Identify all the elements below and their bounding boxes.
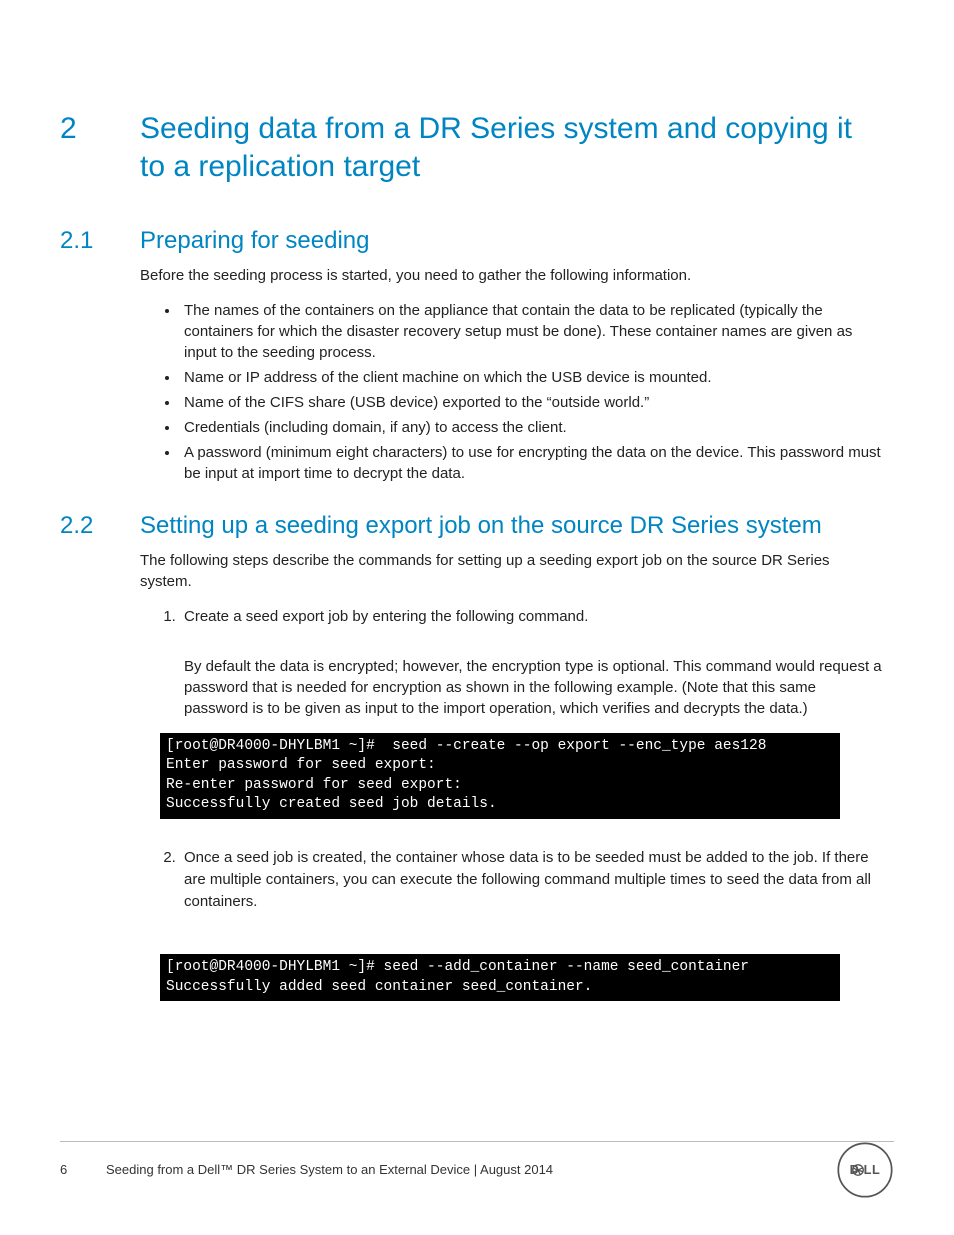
terminal-output: [root@DR4000-DHYLBM1 ~]# seed --add_cont…	[160, 954, 840, 1001]
page-footer: 6 Seeding from a Dell™ DR Series System …	[60, 1141, 894, 1177]
step-item: Create a seed export job by entering the…	[180, 606, 884, 819]
subsection-number: 2.1	[60, 227, 140, 255]
step-note: By default the data is encrypted; howeve…	[184, 656, 884, 719]
subsection-heading: 2.2 Setting up a seeding export job on t…	[60, 512, 884, 540]
section-number: 2	[60, 110, 140, 148]
page-number: 6	[60, 1162, 106, 1177]
list-item: Credentials (including domain, if any) t…	[180, 417, 884, 438]
subsection-body: The following steps describe the command…	[140, 550, 884, 1001]
list-item: The names of the containers on the appli…	[180, 300, 884, 363]
section-heading: 2 Seeding data from a DR Series system a…	[60, 110, 884, 185]
footer-title: Seeding from a Dell™ DR Series System to…	[106, 1162, 894, 1177]
subsection-title: Preparing for seeding	[140, 227, 369, 255]
dell-logo-icon: D LL	[836, 1141, 894, 1199]
list-item: A password (minimum eight characters) to…	[180, 442, 884, 484]
ordered-steps: Create a seed export job by entering the…	[180, 606, 884, 1001]
subsection-body: Before the seeding process is started, y…	[140, 265, 884, 484]
bullet-list: The names of the containers on the appli…	[180, 300, 884, 484]
intro-paragraph: The following steps describe the command…	[140, 550, 884, 592]
intro-paragraph: Before the seeding process is started, y…	[140, 265, 884, 286]
subsection-heading: 2.1 Preparing for seeding	[60, 227, 884, 255]
list-item: Name or IP address of the client machine…	[180, 367, 884, 388]
terminal-output: [root@DR4000-DHYLBM1 ~]# seed --create -…	[160, 733, 840, 819]
step-item: Once a seed job is created, the containe…	[180, 847, 884, 1001]
document-page: 2 Seeding data from a DR Series system a…	[0, 0, 954, 1235]
step-text: Once a seed job is created, the containe…	[184, 849, 871, 910]
list-item: Name of the CIFS share (USB device) expo…	[180, 392, 884, 413]
step-text: Create a seed export job by entering the…	[184, 608, 588, 625]
subsection-title: Setting up a seeding export job on the s…	[140, 512, 822, 540]
subsection-number: 2.2	[60, 512, 140, 540]
section-title: Seeding data from a DR Series system and…	[140, 110, 884, 185]
svg-text:D LL: D LL	[850, 1162, 881, 1177]
